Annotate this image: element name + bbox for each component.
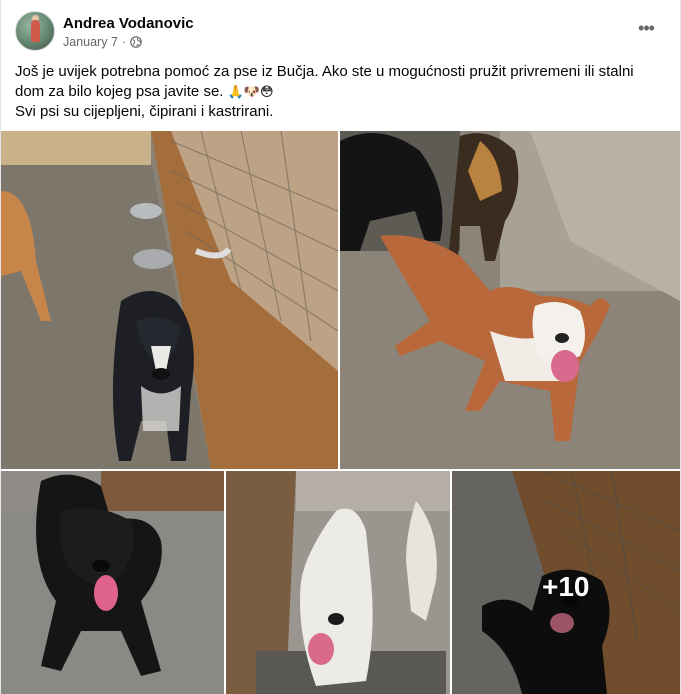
meta-separator: · xyxy=(121,34,127,49)
post-text-line-2: dom za bilo kojeg psa javite se. xyxy=(15,82,224,100)
post-text-line-2-wrap: dom za bilo kojeg psa javite se. 🙏🐶😳 xyxy=(15,82,655,103)
more-photos-overlay[interactable]: +10 xyxy=(452,471,680,694)
author-avatar[interactable] xyxy=(15,11,55,51)
post-photo-2[interactable] xyxy=(340,131,680,469)
post-photo-4[interactable] xyxy=(226,471,450,694)
author-name[interactable]: Andrea Vodanovic xyxy=(63,14,194,33)
feed-post: Andrea Vodanovic January 7 · ••• Još je … xyxy=(0,0,681,694)
more-options-button[interactable]: ••• xyxy=(632,14,660,42)
post-text-line-3: Svi psi su cijepljeni, čipirani i kastri… xyxy=(15,103,274,120)
globe-icon xyxy=(130,35,142,48)
post-meta: January 7 · xyxy=(63,35,194,49)
post-emojis: 🙏🐶😳 xyxy=(227,84,274,100)
more-photos-count: +10 xyxy=(542,571,590,602)
post-date[interactable]: January 7 xyxy=(63,35,118,49)
author-meta: Andrea Vodanovic January 7 · xyxy=(63,14,194,49)
post-text-line-1: Još je uvijek potrebna pomoć za pse iz B… xyxy=(15,63,634,80)
post-photo-5[interactable]: +10 xyxy=(452,471,680,694)
post-photo-3[interactable] xyxy=(1,471,224,694)
post-body: Još je uvijek potrebna pomoć za pse iz B… xyxy=(15,62,655,122)
post-photo-1[interactable] xyxy=(1,131,338,469)
post-header: Andrea Vodanovic January 7 · xyxy=(15,10,194,52)
